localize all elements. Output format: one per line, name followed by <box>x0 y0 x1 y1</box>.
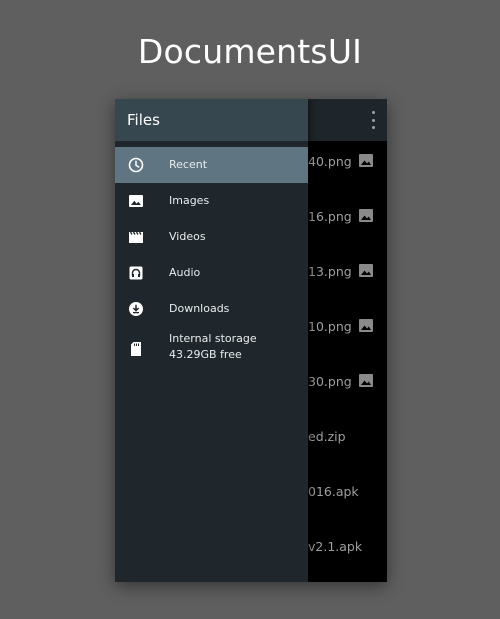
file-name: 16.png <box>308 209 352 224</box>
file-name: 30.png <box>308 374 352 389</box>
nav-item-audio[interactable]: Audio <box>115 255 308 291</box>
navigation-drawer: Files Recent Images Videos Audio Downloa… <box>115 99 308 582</box>
nav-item-label: Audio <box>169 266 201 279</box>
page-title: DocumentsUI <box>137 32 363 71</box>
sd-card-icon <box>128 341 144 357</box>
nav-item-label: Videos <box>169 230 206 243</box>
movie-icon <box>128 229 144 245</box>
file-name: 13.png <box>308 264 352 279</box>
nav-item-videos[interactable]: Videos <box>115 219 308 255</box>
download-icon <box>128 301 144 317</box>
image-icon <box>128 193 144 209</box>
more-vert-icon[interactable] <box>369 111 377 129</box>
nav-item-downloads[interactable]: Downloads <box>115 291 308 327</box>
device-screen: 40.png 16.png 13.png 10.png 30.png ed.zi… <box>115 99 387 582</box>
nav-item-internal-storage[interactable]: Internal storage 43.29GB free <box>115 327 308 373</box>
file-name: 016.apk <box>308 484 359 499</box>
nav-item-label: Images <box>169 194 210 207</box>
drawer-title: Files <box>127 111 160 129</box>
image-icon <box>359 374 373 387</box>
file-name: 10.png <box>308 319 352 334</box>
image-icon <box>359 154 373 167</box>
file-name: 40.png <box>308 154 352 169</box>
drawer-header: Files <box>115 99 308 141</box>
image-icon <box>359 264 373 277</box>
image-icon <box>359 319 373 332</box>
image-icon <box>359 209 373 222</box>
nav-item-label: Internal storage <box>169 332 257 345</box>
nav-item-images[interactable]: Images <box>115 183 308 219</box>
nav-item-label: Recent <box>169 158 208 171</box>
headphones-icon <box>128 265 144 281</box>
nav-item-recent[interactable]: Recent <box>115 147 308 183</box>
file-name: v2.1.apk <box>308 539 363 554</box>
drawer-nav: Recent Images Videos Audio Downloads Int… <box>115 147 308 373</box>
file-name: ed.zip <box>308 429 346 444</box>
clock-icon <box>128 157 144 173</box>
nav-item-label: Downloads <box>169 302 230 315</box>
storage-free-text: 43.29GB free <box>169 348 242 361</box>
